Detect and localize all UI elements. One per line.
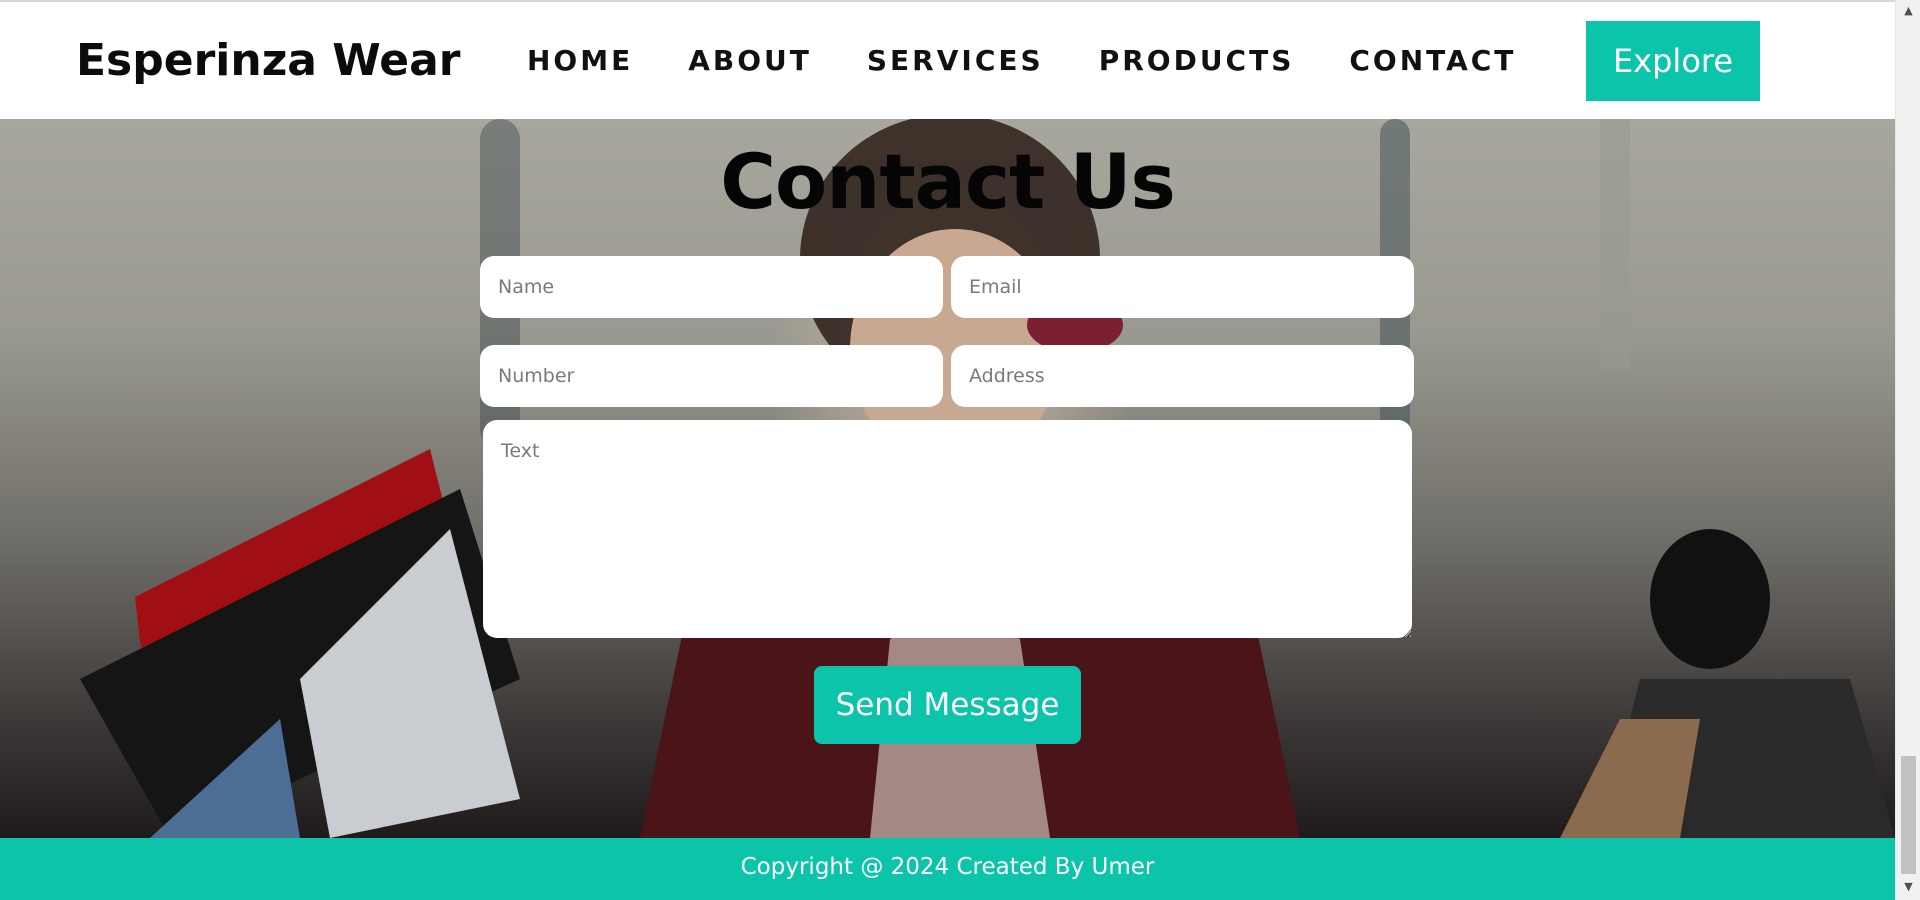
scrollbar-thumb[interactable]: [1901, 756, 1916, 874]
vertical-scrollbar[interactable]: ▲ ▼: [1895, 0, 1920, 900]
address-field[interactable]: [951, 345, 1414, 407]
number-field[interactable]: [480, 345, 943, 407]
copyright-text: Copyright @ 2024 Created By Umer: [740, 854, 1155, 880]
page: Esperinza Wear HOME ABOUT SERVICES PRODU…: [0, 0, 1920, 900]
name-field[interactable]: [480, 256, 943, 318]
nav-contact[interactable]: CONTACT: [1349, 44, 1516, 77]
explore-button[interactable]: Explore: [1586, 21, 1760, 101]
scroll-up-arrow-icon[interactable]: ▲: [1896, 2, 1920, 20]
nav-products[interactable]: PRODUCTS: [1099, 44, 1295, 77]
site-logo[interactable]: Esperinza Wear: [76, 35, 461, 86]
contact-title: Contact Us: [720, 137, 1176, 226]
nav-services[interactable]: SERVICES: [867, 44, 1044, 77]
email-field[interactable]: [951, 256, 1414, 318]
nav-about[interactable]: ABOUT: [688, 44, 812, 77]
main-nav: HOME ABOUT SERVICES PRODUCTS CONTACT: [527, 44, 1516, 77]
message-textarea[interactable]: [483, 420, 1412, 638]
scroll-down-arrow-icon[interactable]: ▼: [1896, 878, 1920, 896]
site-header: Esperinza Wear HOME ABOUT SERVICES PRODU…: [0, 2, 1895, 119]
nav-home[interactable]: HOME: [527, 44, 633, 77]
site-footer: Copyright @ 2024 Created By Umer: [0, 838, 1895, 900]
send-message-button[interactable]: Send Message: [814, 666, 1081, 744]
